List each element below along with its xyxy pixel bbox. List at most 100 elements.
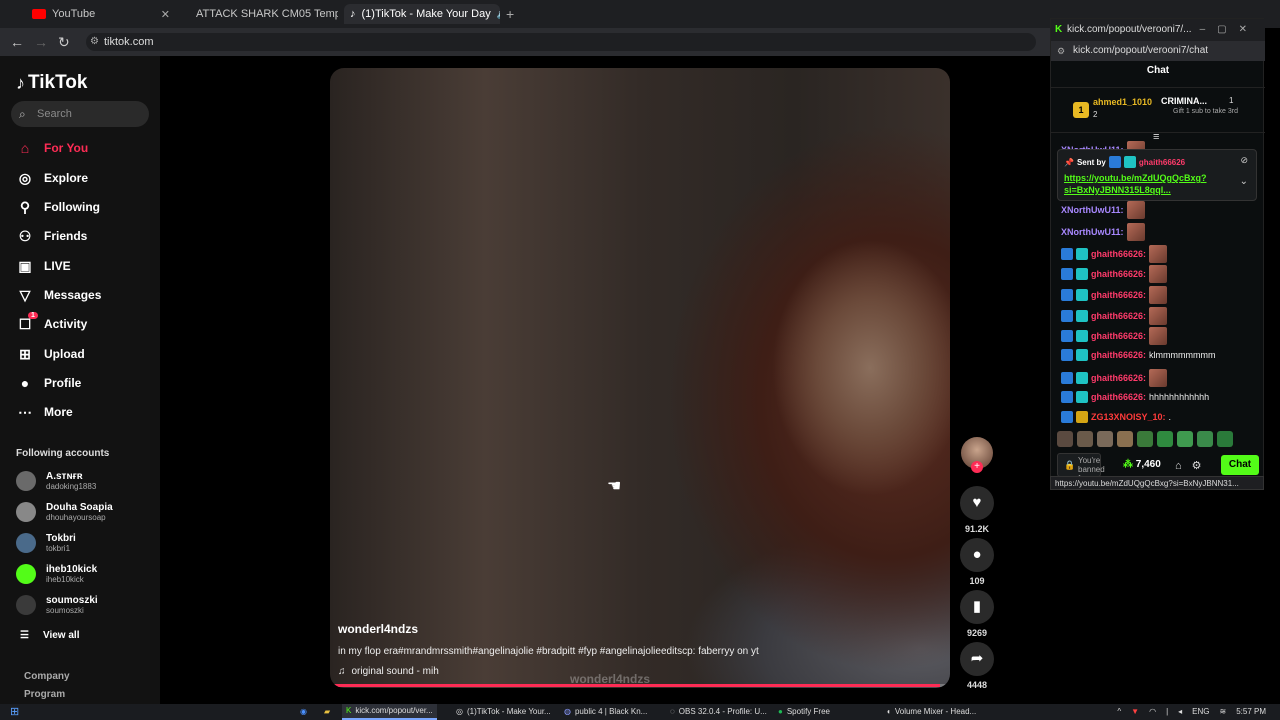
emote-icon[interactable]	[1137, 431, 1153, 447]
window-controls[interactable]: –▢✕	[1200, 19, 1259, 41]
emote-icon[interactable]	[1217, 431, 1233, 447]
tab-youtube[interactable]: YouTube ✕	[32, 4, 178, 24]
wifi-icon[interactable]: ≋	[1220, 704, 1227, 720]
nav-activity[interactable]: ☐ 1 Activity	[16, 311, 87, 334]
nav-profile[interactable]: ● Profile	[16, 373, 82, 393]
forward-icon[interactable]: →	[34, 34, 48, 50]
video-progress-bar[interactable]	[334, 684, 946, 687]
search-input[interactable]: ⌕ Search	[11, 101, 149, 127]
language-indicator[interactable]: ENG	[1192, 704, 1209, 720]
nav-for-you[interactable]: ⌂ For You	[16, 138, 88, 158]
chat-input[interactable]: 🔒 You're banned from	[1057, 453, 1105, 483]
send-chat-button[interactable]: Chat	[1221, 455, 1259, 475]
save-count: 9269	[966, 628, 988, 638]
emote-icon[interactable]	[1077, 431, 1093, 447]
chat-message: ghaith66626:	[1061, 307, 1168, 325]
sub-badge-icon	[1076, 268, 1088, 280]
following-account[interactable]: iheb10kick iheb10kick	[16, 564, 97, 584]
chat-header: Chat	[1146, 65, 1170, 76]
nav-more[interactable]: ⋯ More	[16, 402, 73, 422]
chevron-down-icon[interactable]: ⌄	[1240, 176, 1248, 187]
speaker-icon[interactable]: ◂	[1178, 704, 1182, 720]
pinned-link[interactable]: https://youtu.be/mZdUQgQcBxg?si=BxNyJBNN…	[1064, 172, 1234, 196]
new-tab-button[interactable]: +	[506, 4, 514, 24]
badge-icon	[1061, 289, 1073, 301]
following-account[interactable]: Tokbri tokbri1	[16, 533, 76, 553]
close-tab-icon[interactable]: ✕	[161, 8, 170, 21]
emote-icon[interactable]	[1117, 431, 1133, 447]
reload-icon[interactable]: ↻	[58, 34, 70, 51]
emote-icon[interactable]	[1197, 431, 1213, 447]
file-explorer-icon[interactable]: ▰	[324, 704, 330, 720]
footer-link-program[interactable]: Program	[24, 689, 65, 700]
store-icon[interactable]: ⌂	[1175, 460, 1192, 472]
video-author[interactable]: wonderl4ndzs	[338, 622, 418, 636]
share-button[interactable]: ➦ 4448	[960, 642, 994, 690]
lock-icon: 🔒	[1064, 460, 1076, 470]
following-account[interactable]: soumoszki soumoszki	[16, 595, 98, 615]
emote-icon[interactable]	[1177, 431, 1193, 447]
mic-icon[interactable]: |	[1166, 704, 1168, 720]
taskbar-item-tiktok[interactable]: ◎ (1)TikTok - Make Your...	[456, 704, 551, 720]
taskbar-item-obs[interactable]: ◌ OBS 32.0.4 - Profile: U...	[670, 704, 767, 720]
kick-logo-icon: K	[1055, 24, 1063, 35]
hide-pin-icon[interactable]: ⊘	[1240, 155, 1248, 166]
headphones-icon[interactable]: ◠	[1149, 704, 1156, 720]
comment-button[interactable]: ● 109	[960, 538, 994, 586]
system-tray: ^ ▼ ◠ | ◂ ENG ≋ 5:57 PM	[1117, 704, 1266, 720]
nav-messages[interactable]: ▽ Messages	[16, 285, 102, 305]
clock[interactable]: 5:57 PM	[1236, 704, 1266, 720]
taskbar-item-discord[interactable]: ◍ public 4 | Black Kn...	[564, 704, 647, 720]
tab-attack-shark[interactable]: ATTACK SHARK CM05 Tempere ✕	[190, 4, 338, 24]
view-all-button[interactable]: ☰ View all	[20, 630, 79, 641]
chevron-up-icon[interactable]: ^	[1117, 704, 1121, 720]
app-tray-icon[interactable]: ▼	[1131, 704, 1139, 720]
profile-icon: ●	[20, 375, 30, 391]
back-icon[interactable]: ←	[10, 34, 24, 50]
leaderboard-second-user[interactable]: CRIMINA...	[1161, 96, 1207, 106]
emote-icon[interactable]	[1097, 431, 1113, 447]
compass-icon: ◎	[18, 169, 32, 186]
badge-icon	[1061, 391, 1073, 403]
video-player[interactable]: wonderl4ndzs in my flop era#mrandmrssmit…	[330, 68, 950, 688]
like-button[interactable]: ♥ 91.2K	[960, 486, 994, 534]
search-icon: ⌕	[19, 107, 26, 121]
tab-tiktok[interactable]: ♪ (1)TikTok - Make Your Day 🔊 ✕	[344, 4, 500, 24]
speaker-icon[interactable]: 🔊	[497, 9, 500, 20]
nav-explore[interactable]: ◎ Explore	[16, 168, 88, 188]
following-account[interactable]: A.sᴛɴғʀ dadoking1883	[16, 471, 96, 491]
video-sound[interactable]: ♫ original sound - mih	[338, 666, 439, 677]
nav-friends[interactable]: ⚇ Friends	[16, 226, 88, 246]
follow-plus-icon[interactable]: +	[971, 461, 983, 473]
windows-start-icon[interactable]: ⊞	[10, 704, 19, 720]
leaderboard-first-user[interactable]: ahmed1_1010	[1093, 97, 1152, 107]
nav-following[interactable]: ⚲ Following	[16, 197, 100, 217]
site-settings-icon[interactable]: ⚙	[90, 33, 99, 51]
bookmark-icon: ▮	[960, 590, 994, 624]
badge-icon	[1061, 411, 1073, 423]
nav-upload[interactable]: ⊞ Upload	[16, 344, 85, 364]
edge-icon[interactable]: ◉	[300, 704, 307, 720]
tiktok-sidebar: ♪ TikTok ⌕ Search ⌂ For You ◎ Explore ⚲ …	[0, 56, 160, 704]
save-button[interactable]: ▮ 9269	[960, 590, 994, 638]
emote-icon[interactable]	[1157, 431, 1173, 447]
pinned-message[interactable]: 📌 Sent by ghaith66626 ⊘ https://youtu.be…	[1057, 149, 1257, 201]
tiktok-logo[interactable]: ♪ TikTok	[16, 72, 87, 94]
badge-icon	[1061, 372, 1073, 384]
emote-icon	[1149, 307, 1168, 325]
comment-count: 109	[969, 576, 985, 586]
emote-icon[interactable]	[1057, 431, 1073, 447]
site-settings-icon[interactable]: ⚙	[1057, 41, 1065, 61]
taskbar-item-spotify[interactable]: ● Spotify Free	[778, 704, 830, 720]
taskbar-item-volume-mixer[interactable]: ◖ Volume Mixer - Head...	[886, 704, 976, 720]
nav-live[interactable]: ▣ LIVE	[16, 256, 70, 276]
following-account[interactable]: Douha Soapia dhouhayoursoap	[16, 502, 113, 522]
footer-link-company[interactable]: Company	[24, 671, 70, 682]
kick-address-bar[interactable]: ⚙ kick.com/popout/verooni7/chat	[1051, 41, 1265, 61]
address-bar[interactable]: ⚙ tiktok.com	[86, 33, 1036, 51]
sub-badge-icon	[1123, 156, 1136, 168]
spotify-icon: ●	[778, 707, 783, 716]
taskbar-item-kick[interactable]: Kkick.com/popout/ver...	[342, 704, 437, 720]
video-progress-fill	[334, 684, 940, 687]
settings-icon[interactable]: ⚙	[1192, 460, 1212, 472]
